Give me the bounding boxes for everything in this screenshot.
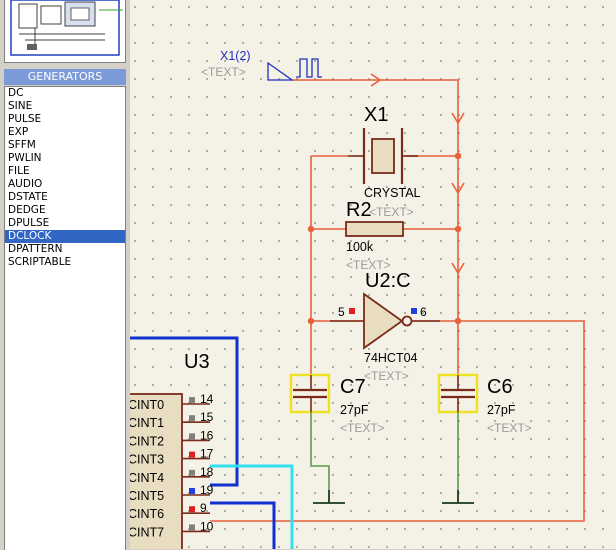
inverter-pin-out-marker <box>411 308 417 314</box>
generator-triangle-icon <box>267 61 295 81</box>
ground-symbol-left-icon <box>313 490 345 504</box>
c7-text: <TEXT> <box>340 421 385 435</box>
u3-pin-name: CINT2 <box>130 434 164 448</box>
left-panel: GENERATORS DC SINE PULSE EXP SFFM PWLIN FILE AU… <box>0 0 130 550</box>
u3-pin-number: 17 <box>200 447 214 461</box>
generators-header: GENERATORS <box>4 69 126 85</box>
u3-pin-name: CINT5 <box>130 489 164 503</box>
generator-item-dclock[interactable]: DCLOCK <box>5 230 125 243</box>
u3-pin-marker <box>189 433 195 440</box>
generator-item-audio[interactable]: AUDIO <box>5 178 125 191</box>
u3-pin-name: CINT0 <box>130 398 164 412</box>
u3-pin-number: 16 <box>200 428 214 442</box>
capacitor-c6[interactable]: C6 27pF <TEXT> <box>437 373 532 435</box>
generator-item-sffm[interactable]: SFFM <box>5 139 125 152</box>
generator-item-dedge[interactable]: DEDGE <box>5 204 125 217</box>
u3-pin-number: 19 <box>200 483 214 497</box>
inverter-value: 74HCT04 <box>364 351 418 365</box>
u3-pin-name: CINT6 <box>130 507 164 521</box>
inverter-u2c[interactable]: U2:C 5 6 74HCT04 <TEXT> <box>330 270 440 383</box>
c7-ref: C7 <box>340 376 366 398</box>
inverter-pin-in-number: 5 <box>338 305 345 319</box>
c6-value: 27pF <box>487 403 516 417</box>
clock-generator[interactable]: X1(2) <TEXT> <box>201 49 322 81</box>
generator-item-file[interactable]: FILE <box>5 165 125 178</box>
u3-pin-number: 15 <box>200 410 214 424</box>
generator-item-dc[interactable]: DC <box>5 87 125 100</box>
c7-highlight <box>289 373 331 414</box>
schematic-canvas[interactable]: X1(2) <TEXT> X1 CRYSTAL <TEXT> R2 100k <… <box>130 0 616 549</box>
generator-item-scriptable[interactable]: SCRIPTABLE <box>5 256 125 269</box>
inversion-bubble <box>401 315 413 327</box>
u3-pin-marker <box>189 506 195 513</box>
crystal-value: CRYSTAL <box>364 186 421 200</box>
generator-name: X1(2) <box>220 49 251 63</box>
generators-list[interactable]: DC SINE PULSE EXP SFFM PWLIN FILE AUDIO DSTATE DE… <box>4 86 126 550</box>
crystal-ref: X1 <box>364 104 388 126</box>
u3-pin-number: 18 <box>200 465 214 479</box>
generator-item-exp[interactable]: EXP <box>5 126 125 139</box>
u3-pin-name: CINT4 <box>130 471 164 485</box>
u3-pin-marker <box>189 469 195 476</box>
c6-text: <TEXT> <box>487 421 532 435</box>
u3-pin-number: 10 <box>200 519 214 533</box>
wire-net <box>210 79 585 522</box>
capacitor-c7[interactable]: C7 27pF <TEXT> <box>289 373 385 435</box>
generator-item-dstate[interactable]: DSTATE <box>5 191 125 204</box>
generator-item-sine[interactable]: SINE <box>5 100 125 113</box>
crystal-text: <TEXT> <box>369 205 414 219</box>
generator-item-pwlin[interactable]: PWLIN <box>5 152 125 165</box>
square-wave-icon <box>296 58 322 78</box>
inverter-pin-out-number: 6 <box>420 305 427 319</box>
inverter-pin-in-marker <box>349 308 355 314</box>
u3-pin-marker <box>189 397 195 403</box>
overview-window[interactable] <box>4 0 126 63</box>
resistor-ref: R2 <box>346 199 372 221</box>
u3-pin-name: CINT1 <box>130 416 164 430</box>
generator-text: <TEXT> <box>201 65 246 79</box>
generator-item-dpattern[interactable]: DPATTERN <box>5 243 125 256</box>
chip-u3[interactable]: U3 CINT0 14 CINT1 15 CINT2 16 CINT3 17 CINT4 18 CI… <box>130 351 214 549</box>
u3-pin-marker <box>189 415 195 422</box>
c7-value: 27pF <box>340 403 369 417</box>
inverter-ref: U2:C <box>365 270 411 292</box>
u3-pin-name: CINT3 <box>130 453 164 467</box>
generator-item-pulse[interactable]: PULSE <box>5 113 125 126</box>
u3-pin-number: 14 <box>200 392 214 406</box>
inverter-text: <TEXT> <box>364 369 409 383</box>
ground-symbol-right-icon <box>442 490 474 504</box>
u3-pin-marker <box>189 488 195 494</box>
resistor-value: 100k <box>346 240 374 254</box>
u3-pin-name: CINT7 <box>130 525 164 539</box>
overview-thumbnail <box>5 0 125 62</box>
u3-pin-marker <box>189 524 195 531</box>
junction-dots <box>307 152 462 325</box>
generator-item-dpulse[interactable]: DPULSE <box>5 217 125 230</box>
u3-ref: U3 <box>184 351 210 373</box>
u3-pin-number: 9 <box>200 501 207 515</box>
c6-ref: C6 <box>487 376 513 398</box>
u3-pin-marker <box>189 451 195 458</box>
